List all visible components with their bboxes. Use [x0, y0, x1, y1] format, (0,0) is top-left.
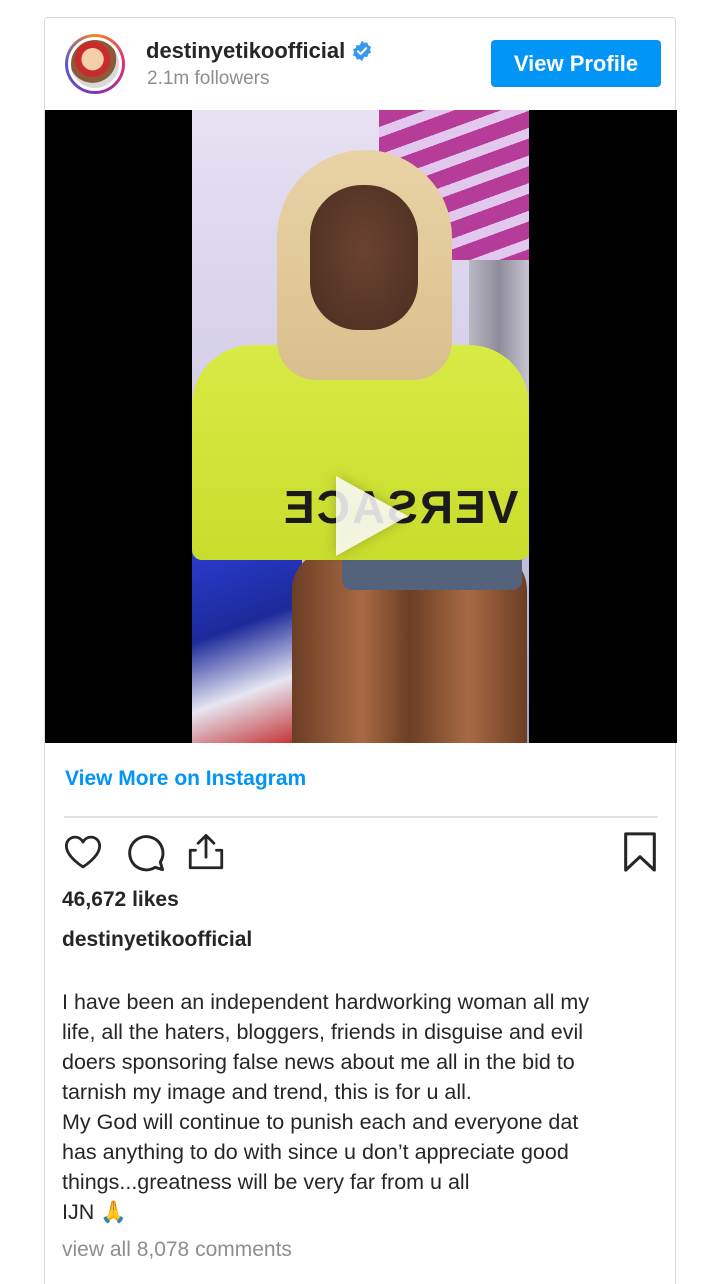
view-more-link[interactable]: View More on Instagram: [65, 767, 306, 791]
username-row: destinyetikoofficial: [146, 38, 373, 64]
video-player[interactable]: VERSACE: [45, 110, 677, 743]
post-caption: I have been an independent hardworking w…: [62, 990, 590, 1224]
divider: [64, 816, 658, 818]
view-comments-link[interactable]: view all 8,078 comments: [62, 1238, 292, 1262]
caption-username[interactable]: destinyetikoofficial: [62, 928, 252, 952]
bookmark-icon[interactable]: [622, 831, 658, 873]
verified-badge-icon: [353, 40, 372, 62]
avatar-image: [68, 37, 122, 91]
post-header: destinyetikoofficial 2.1m followers View…: [45, 18, 675, 110]
share-icon[interactable]: [185, 830, 227, 874]
face: [310, 185, 418, 330]
heart-icon[interactable]: [62, 831, 104, 873]
username-link[interactable]: destinyetikoofficial: [146, 38, 345, 64]
play-icon[interactable]: [336, 476, 408, 556]
comment-icon[interactable]: [124, 832, 166, 874]
view-profile-button[interactable]: View Profile: [491, 40, 661, 87]
like-count: 46,672 likes: [62, 888, 179, 911]
video-thumbnail: VERSACE: [192, 110, 529, 743]
avatar[interactable]: [65, 34, 125, 94]
blanket: [192, 550, 302, 743]
follower-count: 2.1m followers: [147, 68, 270, 89]
instagram-embed-card: destinyetikoofficial 2.1m followers View…: [44, 17, 677, 1284]
